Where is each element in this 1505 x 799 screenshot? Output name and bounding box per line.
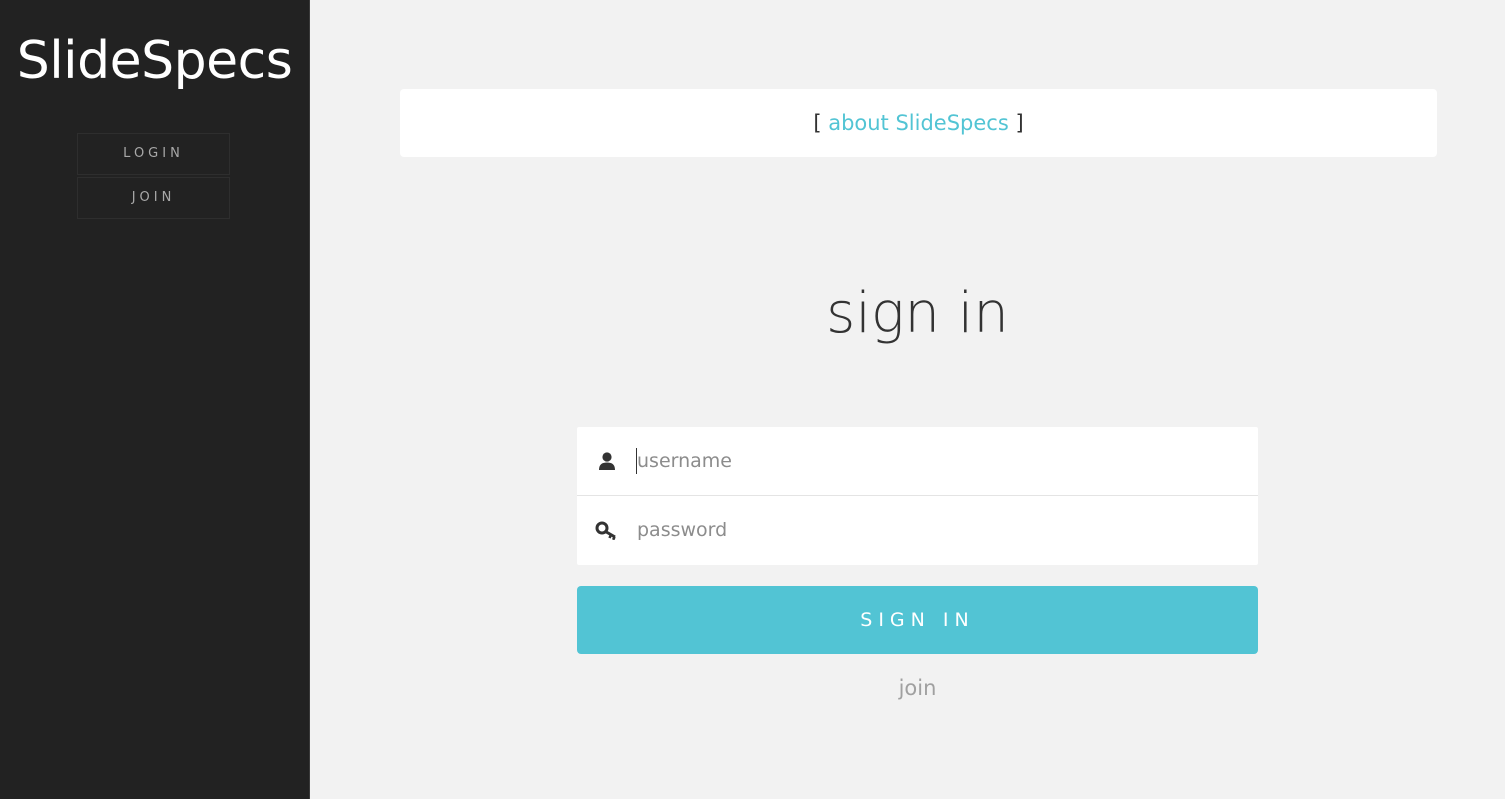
text-caret — [636, 448, 637, 474]
username-field-row — [577, 427, 1258, 495]
about-link[interactable]: about SlideSpecs — [828, 111, 1009, 135]
about-close-bracket: ] — [1015, 111, 1024, 135]
user-icon — [577, 451, 637, 471]
page-title: sign in — [826, 281, 1009, 346]
join-link[interactable]: join — [577, 676, 1258, 700]
key-icon — [577, 520, 637, 540]
about-bar: [ about SlideSpecs ] — [400, 89, 1437, 157]
sidebar: SlideSpecs LOGIN JOIN — [0, 0, 310, 799]
sidebar-nav: LOGIN JOIN — [77, 133, 230, 221]
signin-form — [577, 427, 1258, 565]
password-field-row — [577, 495, 1258, 564]
sidebar-item-join[interactable]: JOIN — [77, 177, 230, 219]
sign-in-button[interactable]: SIGN IN — [577, 586, 1258, 654]
sidebar-item-login[interactable]: LOGIN — [77, 133, 230, 175]
about-open-bracket: [ — [813, 111, 822, 135]
password-input[interactable] — [637, 510, 1227, 550]
username-input[interactable] — [637, 441, 1227, 481]
app-logo[interactable]: SlideSpecs — [0, 26, 309, 96]
